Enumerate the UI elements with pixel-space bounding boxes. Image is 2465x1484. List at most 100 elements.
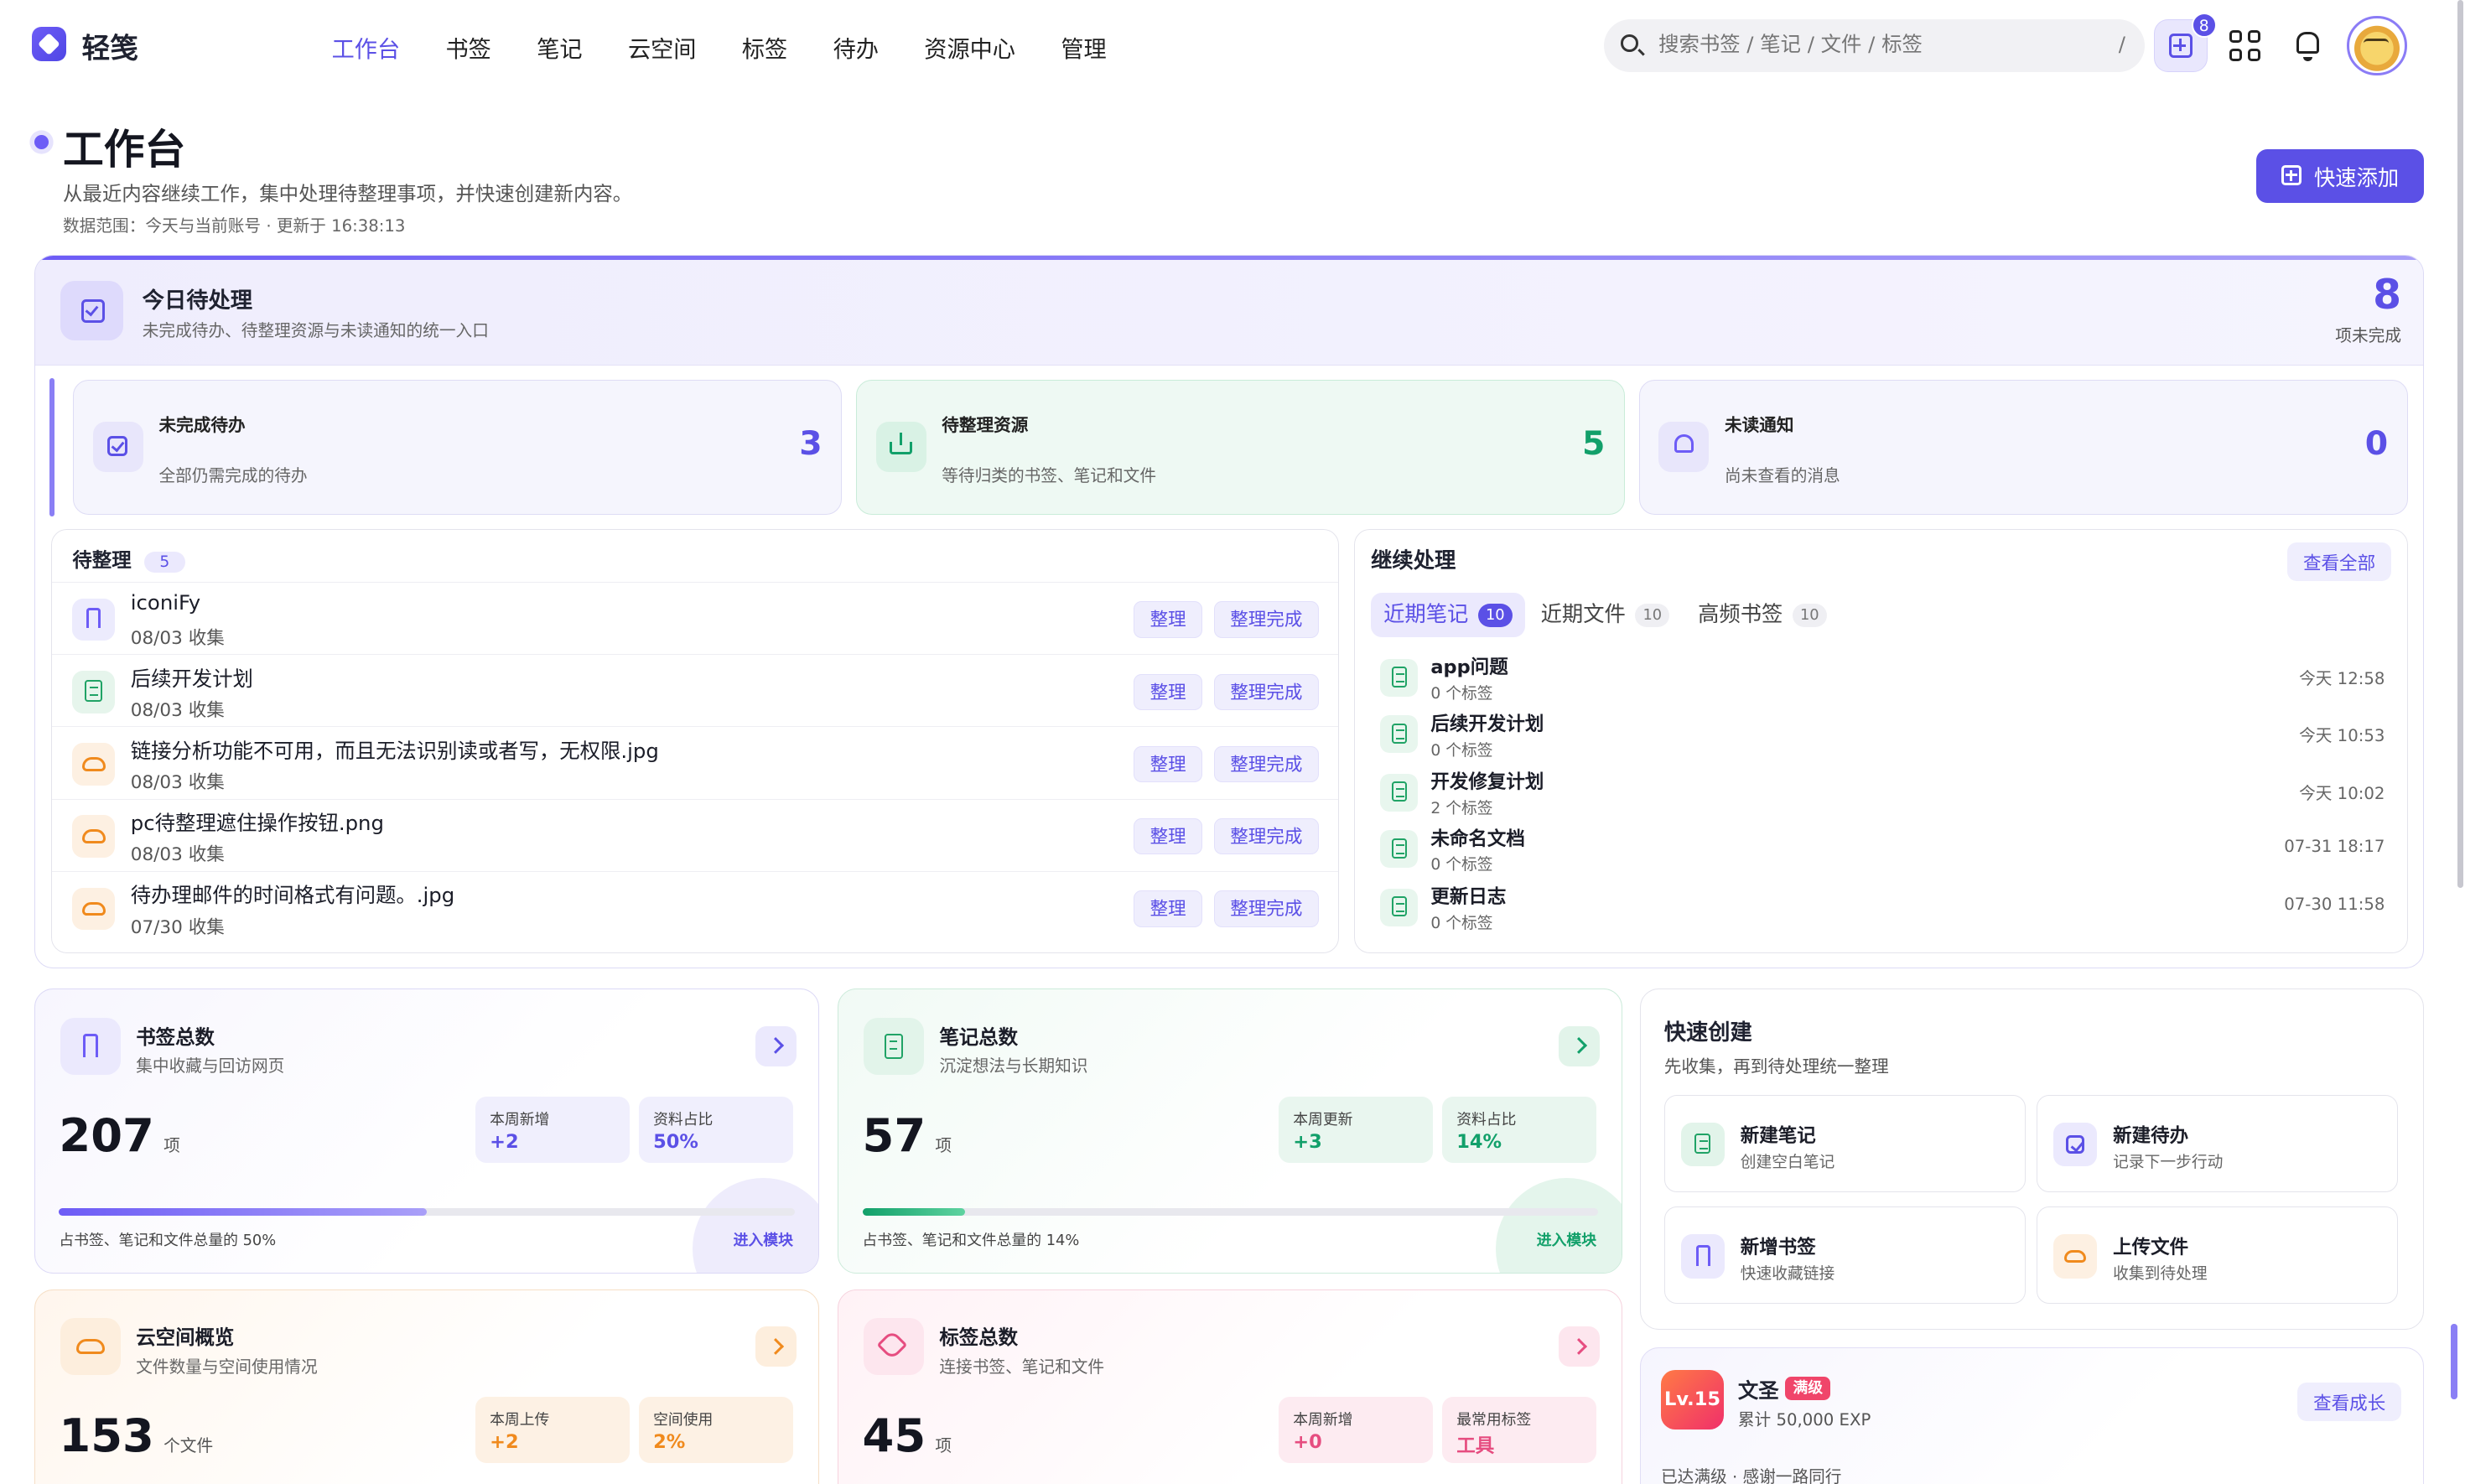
quick-add-button[interactable]: 快速添加 xyxy=(2255,149,2425,203)
nav-tags[interactable]: 标签 xyxy=(742,30,787,64)
organize-done-button[interactable]: 整理完成 xyxy=(1213,601,1320,638)
enter-module-link[interactable]: 进入模块 xyxy=(734,1228,793,1250)
new-bookmark-button[interactable]: 新增书签 快速收藏链接 xyxy=(1663,1206,2026,1305)
check-square-icon xyxy=(106,435,127,456)
list-item[interactable]: 未命名文档 0 个标签 07-31 18:17 xyxy=(1355,821,2406,878)
chevron-right-icon[interactable] xyxy=(1559,1326,1600,1367)
stat-notifications[interactable]: 未读通知 尚未查看的消息 0 xyxy=(1638,379,2408,516)
tag-icon xyxy=(876,1329,908,1361)
logo-icon xyxy=(31,26,66,62)
nav-notes[interactable]: 笔记 xyxy=(537,30,582,64)
grid-icon xyxy=(2229,29,2242,43)
organize-button[interactable]: 整理 xyxy=(1133,673,1203,710)
organize-button[interactable]: 整理 xyxy=(1133,890,1203,927)
bookmark-icon xyxy=(82,1033,99,1057)
tags-total: 45 项 xyxy=(862,1409,952,1462)
avatar[interactable] xyxy=(2347,15,2407,75)
nav-workbench[interactable]: 工作台 xyxy=(332,30,401,64)
organize-done-button[interactable]: 整理完成 xyxy=(1213,818,1320,855)
stat-todo[interactable]: 未完成待办 全部仍需完成的待办 3 xyxy=(73,379,843,516)
nav-resources[interactable]: 资源中心 xyxy=(924,30,1015,64)
pending-row[interactable]: 后续开发计划 08/03 收集 整理 整理完成 xyxy=(52,654,1338,726)
main-nav: 工作台 书签 笔记 云空间 标签 待办 资源中心 管理 xyxy=(332,30,1152,64)
continue-panel: 继续处理 查看全部 近期笔记 10 近期文件 10 高频书签 10 app问题 0 个… xyxy=(1354,529,2408,954)
bookmarks-progress xyxy=(59,1208,795,1217)
continue-title: 继续处理 xyxy=(1371,547,1456,573)
app-name: 轻笺 xyxy=(81,32,139,65)
stat-todo-value: 3 xyxy=(799,424,823,464)
bookmark-icon xyxy=(1696,1245,1711,1266)
pending-row[interactable]: 链接分析功能不可用，而且无法识别读或者写，无权限.jpg 08/03 收集 整理… xyxy=(52,726,1338,798)
organize-button[interactable]: 整理 xyxy=(1133,601,1203,638)
note-icon xyxy=(85,680,102,703)
organize-done-button[interactable]: 整理完成 xyxy=(1213,890,1320,927)
notifications-button[interactable] xyxy=(2281,19,2335,73)
stat-notifications-value: 0 xyxy=(2364,424,2389,464)
stat-resources-icon-box xyxy=(875,421,926,472)
organize-done-button[interactable]: 整理完成 xyxy=(1213,745,1320,782)
note-icon xyxy=(1694,1134,1711,1155)
today-panel: 今日待处理 未完成待办、待整理资源与未读通知的统一入口 8 项未完成 未完成待办… xyxy=(34,254,2425,968)
list-item[interactable]: 后续开发计划 0 个标签 今天 10:53 xyxy=(1355,706,2406,763)
new-todo-button[interactable]: 新建待办 记录下一步行动 xyxy=(2037,1095,2399,1193)
today-count-label: 项未完成 xyxy=(2335,325,2401,345)
list-item[interactable]: app问题 0 个标签 今天 12:58 xyxy=(1355,650,2406,707)
plus-square-icon xyxy=(2281,164,2302,186)
bookmarks-card[interactable]: 书签总数 集中收藏与回访网页 207 项 本周新增 +2 资料占比 50% 占书签、笔… xyxy=(34,988,819,1274)
enter-module-link[interactable]: 进入模块 xyxy=(1537,1228,1596,1250)
accent-bar xyxy=(49,378,54,516)
list-item[interactable]: 更新日志 0 个标签 07-30 11:58 xyxy=(1355,879,2406,936)
pending-count: 5 xyxy=(143,552,186,573)
scrollbar-thumb[interactable] xyxy=(2457,0,2464,889)
plus-square-icon xyxy=(2168,34,2193,58)
pending-row[interactable]: iconiFy 08/03 收集 整理 整理完成 xyxy=(52,581,1338,654)
search-input[interactable] xyxy=(1658,31,2099,56)
today-icon-box xyxy=(60,280,124,340)
level-exp: 累计 50,000 EXP xyxy=(1737,1410,1871,1430)
nav-todo[interactable]: 待办 xyxy=(833,30,879,64)
bookmarks-total: 207 项 xyxy=(59,1108,180,1162)
tab-recent-files[interactable]: 近期文件 10 xyxy=(1541,593,1670,637)
bell-icon xyxy=(1674,433,1694,454)
view-all-button[interactable]: 查看全部 xyxy=(2287,542,2391,581)
upload-file-button[interactable]: 上传文件 收集到待处理 xyxy=(2037,1206,2399,1305)
title-dot xyxy=(34,135,49,150)
tab-recent-notes[interactable]: 近期笔记 10 xyxy=(1371,593,1525,637)
chevron-right-icon[interactable] xyxy=(1559,1025,1600,1067)
pending-row[interactable]: pc待整理遮住操作按钮.png 08/03 收集 整理 整理完成 xyxy=(52,798,1338,871)
bell-icon xyxy=(2296,31,2319,54)
view-growth-button[interactable]: 查看成长 xyxy=(2297,1383,2401,1422)
stat-resources-value: 5 xyxy=(1581,424,1606,464)
search-bar[interactable]: / xyxy=(1603,18,2145,73)
list-item[interactable]: 开发修复计划 2 个标签 今天 10:02 xyxy=(1355,764,2406,821)
notes-card[interactable]: 笔记总数 沉淀想法与长期知识 57 项 本周更新 +3 资料占比 14% 占书签、笔记… xyxy=(838,988,1622,1274)
quick-create-card: 快速创建 先收集，再到待处理统一整理 新建笔记 创建空白笔记 新建待办 记录下一… xyxy=(1639,988,2425,1331)
apps-grid-button[interactable] xyxy=(2218,19,2272,73)
organize-button[interactable]: 整理 xyxy=(1133,745,1203,782)
stat-todo-icon-box xyxy=(92,421,143,472)
chevron-right-icon[interactable] xyxy=(755,1326,797,1367)
nav-cloud[interactable]: 云空间 xyxy=(628,30,697,64)
chevron-right-icon[interactable] xyxy=(755,1025,797,1067)
stat-resources[interactable]: 待整理资源 等待归类的书签、笔记和文件 5 xyxy=(856,379,1625,516)
note-icon xyxy=(884,1033,904,1059)
note-icon xyxy=(1391,667,1408,688)
cloud-icon xyxy=(81,757,106,771)
page-meta: 数据范围：今天与当前账号 · 更新于 16:38:13 xyxy=(63,216,406,236)
pending-row[interactable]: 待办理邮件的时间格式有问题。.jpg 07/30 收集 整理 整理完成 xyxy=(52,870,1338,943)
note-icon xyxy=(1391,781,1408,802)
nav-admin[interactable]: 管理 xyxy=(1061,30,1106,64)
level-name: 文圣 xyxy=(1737,1378,1779,1403)
cloud-total: 153 个文件 xyxy=(59,1409,214,1462)
new-note-button[interactable]: 新建笔记 创建空白笔记 xyxy=(1663,1095,2026,1193)
quick-create-desc: 先收集，再到待处理统一整理 xyxy=(1663,1056,1889,1077)
cloud-card[interactable]: 云空间概览 文件数量与空间使用情况 153 个文件 本周上传 +2 空间使用 2% xyxy=(34,1289,819,1484)
nav-bookmarks[interactable]: 书签 xyxy=(446,30,491,64)
tab-frequent-bookmarks[interactable]: 高频书签 10 xyxy=(1698,593,1827,637)
organize-button[interactable]: 整理 xyxy=(1133,818,1203,855)
tags-card[interactable]: 标签总数 连接书签、笔记和文件 45 项 本周新增 +0 最常用标签 工具 xyxy=(838,1289,1622,1484)
organize-done-button[interactable]: 整理完成 xyxy=(1213,673,1320,710)
pending-title: 待整理 5 xyxy=(72,544,186,573)
pending-list: 待整理 5 iconiFy 08/03 收集 整理 整理完成 后续开发计划 08/… xyxy=(51,529,1339,954)
bookmark-icon xyxy=(86,607,101,629)
